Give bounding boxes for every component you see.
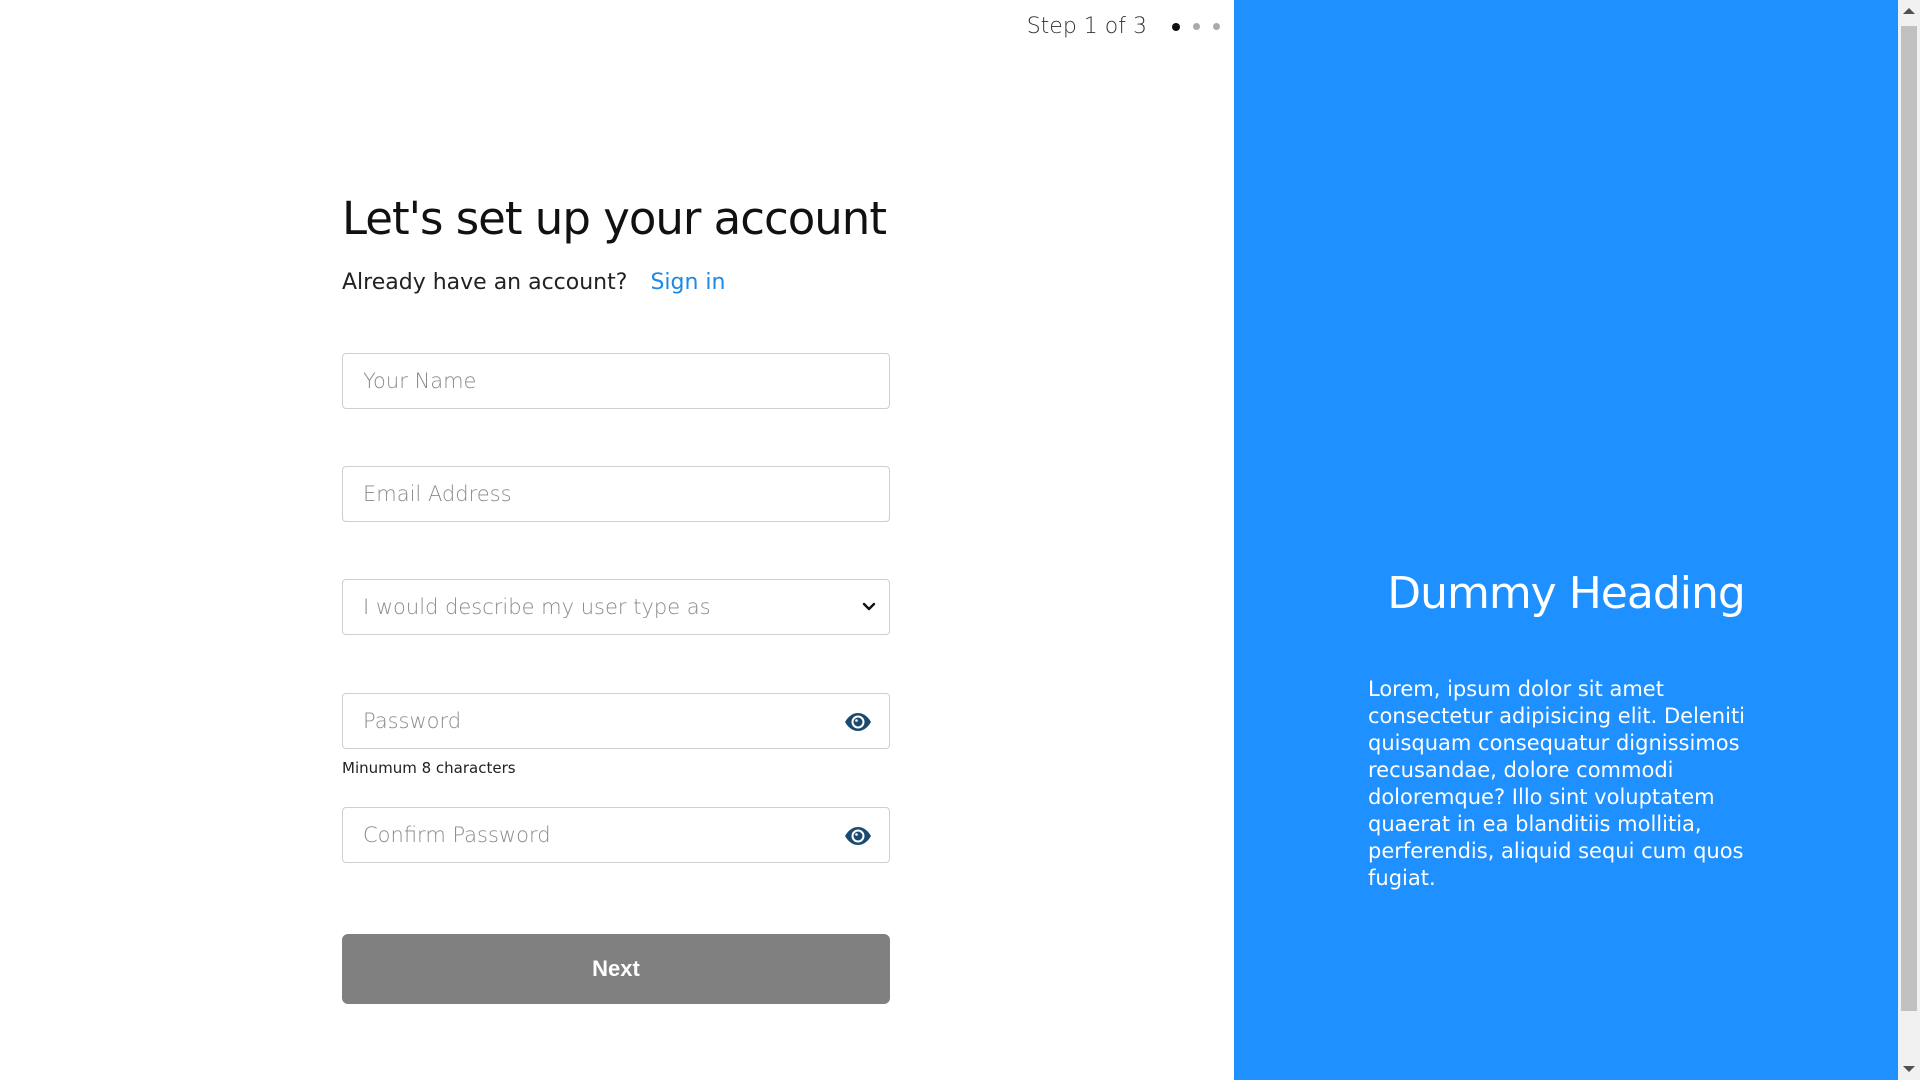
panel-heading: Dummy Heading [1387, 568, 1746, 619]
next-button[interactable]: Next [342, 934, 890, 1004]
confirm-password-input[interactable] [343, 808, 889, 862]
scrollbar-thumb[interactable] [1901, 26, 1917, 1011]
signup-form: Let's set up your account Already have a… [342, 190, 892, 298]
signin-row: Already have an account? Sign in [342, 268, 892, 298]
password-field[interactable] [342, 693, 890, 749]
page-title: Let's set up your account [342, 192, 887, 245]
name-field[interactable] [342, 353, 890, 409]
signin-prompt: Already have an account? [342, 270, 628, 295]
name-input[interactable] [343, 354, 889, 408]
step-dot-3 [1213, 23, 1220, 30]
scroll-down-arrow-icon[interactable] [1903, 1066, 1915, 1072]
chevron-down-icon [855, 593, 883, 621]
scrollbar[interactable] [1898, 0, 1920, 1080]
step-dot-2 [1193, 23, 1200, 30]
eye-icon[interactable] [843, 822, 873, 850]
step-label: Step 1 of 3 [1026, 14, 1147, 39]
password-hint: Minumum 8 characters [342, 759, 516, 777]
info-panel: Dummy Heading Lorem, ipsum dolor sit ame… [1234, 0, 1898, 1080]
email-field[interactable] [342, 466, 890, 522]
panel-body: Lorem, ipsum dolor sit amet consectetur … [1368, 677, 1746, 890]
stepper: Step 1 of 3 [1027, 14, 1220, 39]
signin-link[interactable]: Sign in [650, 270, 725, 295]
confirm-password-field[interactable] [342, 807, 890, 863]
email-input[interactable] [343, 467, 889, 521]
step-dot-1 [1172, 22, 1180, 31]
form-panel: Step 1 of 3 Let's set up your account Al… [0, 0, 1234, 1080]
scroll-up-arrow-icon[interactable] [1903, 8, 1915, 14]
signup-page: Step 1 of 3 Let's set up your account Al… [0, 0, 1920, 1080]
password-input[interactable] [343, 694, 889, 748]
user-type-select-value: I would describe my user type as [363, 595, 711, 619]
user-type-select[interactable]: I would describe my user type as [342, 579, 890, 635]
eye-icon[interactable] [843, 708, 873, 736]
